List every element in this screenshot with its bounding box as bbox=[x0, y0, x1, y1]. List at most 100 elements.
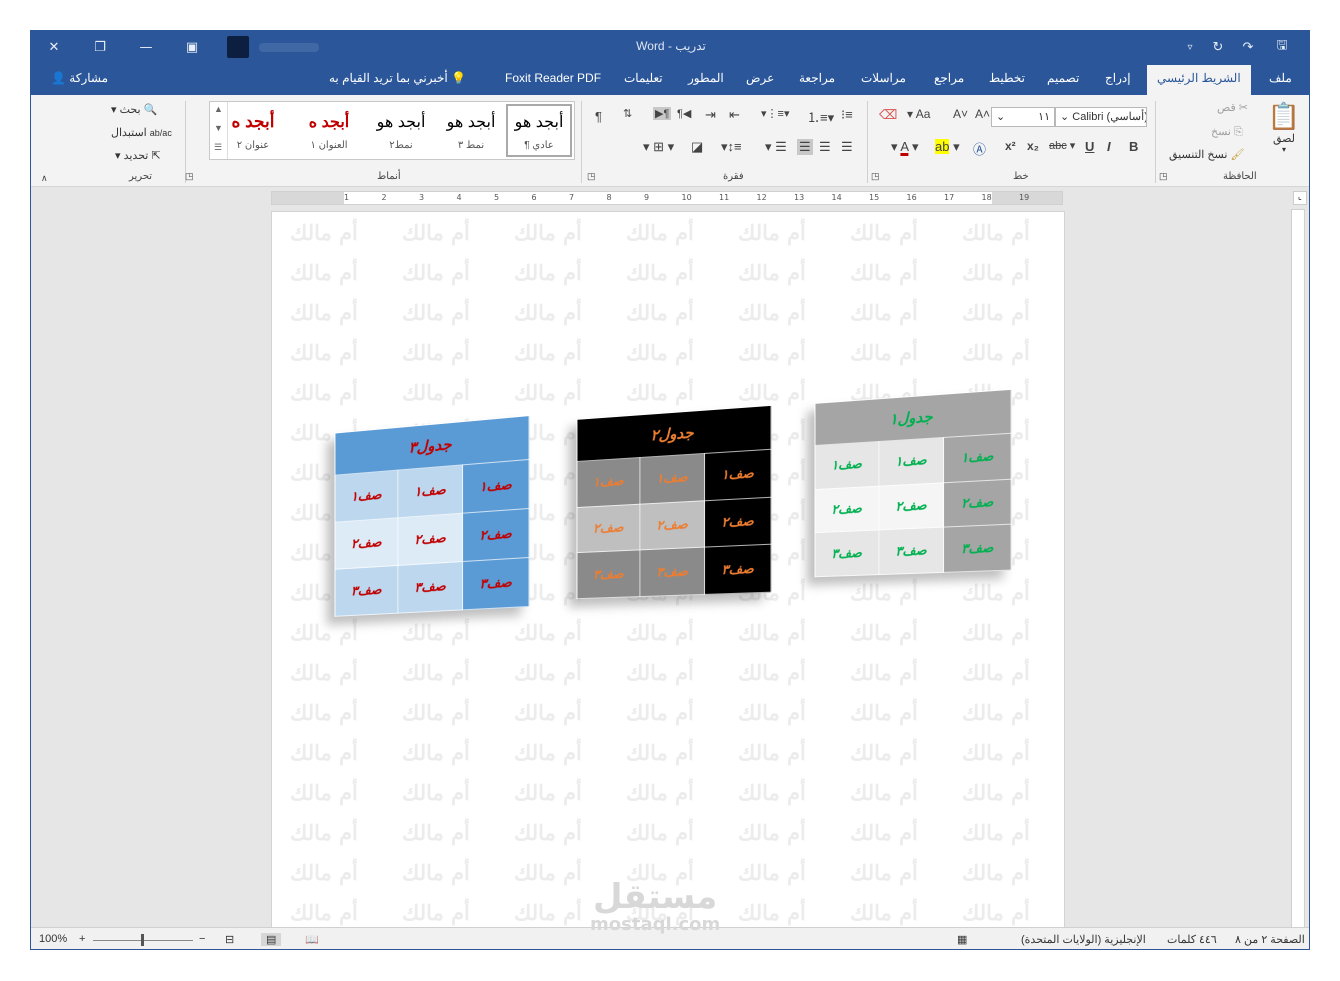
language-status[interactable]: الإنجليزية (الولايات المتحدة) bbox=[1021, 933, 1146, 946]
bold-icon[interactable]: B bbox=[1129, 139, 1138, 154]
scroll-down-icon[interactable]: ▼ bbox=[214, 123, 223, 133]
tab-view[interactable]: عرض bbox=[746, 71, 774, 85]
redo-icon[interactable]: ↻ bbox=[1203, 31, 1233, 63]
horizontal-ruler[interactable]: 1 2 3 4 5 6 7 8 9 10 11 12 13 14 15 16 17 18 19 bbox=[271, 191, 1063, 205]
collapse-ribbon-icon[interactable]: ∧ bbox=[41, 173, 48, 184]
tab-developer[interactable]: المطور bbox=[688, 71, 724, 85]
clipboard-dialog-launcher-icon[interactable]: ◳ bbox=[1159, 171, 1168, 182]
shading-icon[interactable]: ◪ bbox=[691, 139, 703, 155]
ruler-tick: 4 bbox=[456, 193, 462, 202]
underline-icon[interactable]: U bbox=[1085, 139, 1094, 154]
zoom-level[interactable]: 100% bbox=[39, 933, 67, 945]
font-size-combo[interactable]: ⌄ ١١ bbox=[991, 107, 1055, 127]
grow-font-icon[interactable]: A˄ bbox=[975, 107, 990, 121]
tab-selector-icon[interactable]: ⌞ bbox=[1293, 191, 1307, 205]
styles-scroll[interactable]: ▲ ▼ ☰ bbox=[210, 102, 228, 159]
paste-button[interactable]: 📋 لصق ▾ bbox=[1267, 101, 1301, 154]
numbering-icon[interactable]: ⒈≡▾ bbox=[807, 107, 834, 126]
ruler-tick: 15 bbox=[869, 193, 880, 202]
replace-button[interactable]: استبدال ab/ac bbox=[111, 126, 172, 139]
select-button[interactable]: ▾ تحديد ⇱ bbox=[115, 149, 161, 162]
tab-file[interactable]: ملف bbox=[1269, 71, 1292, 85]
highlight-icon[interactable]: ab ▾ bbox=[935, 139, 960, 155]
print-layout-icon[interactable]: ▤ bbox=[261, 933, 282, 946]
watermark-text: أم مالك bbox=[738, 620, 806, 645]
style-preview: أبجد هو bbox=[376, 114, 426, 131]
font-color-icon[interactable]: ▾ A ▾ bbox=[891, 139, 919, 155]
zoom-slider-thumb[interactable] bbox=[141, 934, 144, 946]
table-cell: صف٣ bbox=[334, 565, 398, 617]
zoom-out-icon[interactable]: − bbox=[199, 933, 205, 945]
align-center-icon[interactable]: ☰ bbox=[819, 139, 831, 155]
document-page[interactable]: أم مالك أم مالك أم مالك أم مالك أم مالك أم ما… bbox=[271, 211, 1065, 929]
font-name-combo[interactable]: ⌄ Calibri (أساسي) bbox=[1055, 107, 1147, 127]
font-dialog-launcher-icon[interactable]: ◳ bbox=[871, 171, 880, 182]
read-mode-icon[interactable]: 📖 bbox=[305, 933, 319, 946]
watermark-text: أم مالك bbox=[402, 700, 470, 725]
window-title: Word - تدريب bbox=[636, 39, 706, 53]
copy-button[interactable]: نسخ ⎘ bbox=[1211, 125, 1243, 139]
cut-button[interactable]: قص ✂ bbox=[1217, 101, 1248, 114]
decrease-indent-icon[interactable]: ⇤ bbox=[729, 107, 740, 123]
ruler-tick: 5 bbox=[494, 193, 500, 202]
macro-record-icon[interactable]: ▦ bbox=[957, 933, 967, 946]
ruler-tick: 19 bbox=[1019, 193, 1030, 202]
styles-dialog-launcher-icon[interactable]: ◳ bbox=[185, 171, 194, 182]
tab-mailings[interactable]: مراسلات bbox=[861, 71, 906, 85]
web-layout-icon[interactable]: ⊟ bbox=[225, 933, 234, 946]
table-3[interactable]: جدول٣ صف١ صف١ صف١ صف٢ صف٢ صف٢ صف٣ صف٣ صف… bbox=[334, 415, 529, 617]
more-styles-icon[interactable]: ☰ bbox=[214, 142, 222, 153]
save-icon[interactable]: 🖫 bbox=[1267, 31, 1297, 63]
increase-indent-icon[interactable]: ⇥ bbox=[705, 107, 716, 123]
page-number[interactable]: الصفحة ٢ من ٨ bbox=[1235, 933, 1305, 946]
tab-references[interactable]: مراجع bbox=[934, 71, 964, 85]
italic-icon[interactable]: I bbox=[1107, 139, 1111, 154]
watermark-text: أم مالك bbox=[290, 380, 358, 405]
table-2[interactable]: جدول٢ صف١ صف١ صف١ صف٢ صف٢ صف٢ صف٣ صف٣ صف… bbox=[576, 405, 771, 599]
style-heading-1[interactable]: أبجد ه العنوان ١ bbox=[294, 102, 364, 159]
align-left-icon[interactable]: ☰ bbox=[841, 139, 853, 155]
format-painter-button[interactable]: نسخ التنسيق 🖌 bbox=[1169, 148, 1244, 161]
styles-group-label: أنماط bbox=[377, 171, 401, 182]
style-2[interactable]: أبجد هو نمط٢ bbox=[366, 102, 436, 159]
bullets-icon[interactable]: ⁝≡ bbox=[841, 107, 853, 123]
tab-help[interactable]: تعليمات bbox=[624, 71, 663, 85]
table-cell: صف٢ bbox=[334, 517, 398, 570]
tab-layout[interactable]: تخطيط bbox=[989, 71, 1025, 85]
zoom-in-icon[interactable]: + bbox=[79, 933, 85, 945]
tab-design[interactable]: تصميم bbox=[1047, 71, 1079, 85]
style-3[interactable]: أبجد هو نمط ٣ bbox=[436, 102, 506, 159]
change-case-icon[interactable]: ▾ Aa bbox=[907, 107, 930, 121]
sort-icon[interactable]: ⇅ bbox=[623, 107, 632, 120]
ltr-direction-icon[interactable]: ▶¶ bbox=[653, 107, 672, 120]
subscript-icon[interactable]: x₂ bbox=[1027, 139, 1039, 153]
shrink-font-icon[interactable]: A˅ bbox=[953, 107, 968, 121]
tell-me-box[interactable]: أخبرني بما تريد القيام به 💡 bbox=[329, 71, 466, 85]
style-heading-2[interactable]: أبجد ه عنوان ٢ bbox=[228, 102, 278, 159]
customize-toolbar-icon[interactable]: ▿ bbox=[1175, 31, 1205, 63]
superscript-icon[interactable]: x² bbox=[1005, 139, 1016, 153]
undo-icon[interactable]: ↷ bbox=[1233, 31, 1263, 63]
strikethrough-icon[interactable]: abc ▾ bbox=[1049, 139, 1075, 152]
tab-foxit[interactable]: Foxit Reader PDF bbox=[505, 71, 601, 85]
clear-formatting-icon[interactable]: ⌫ bbox=[879, 107, 897, 123]
tab-review[interactable]: مراجعة bbox=[799, 71, 835, 85]
tab-insert[interactable]: إدراج bbox=[1105, 71, 1131, 85]
borders-icon[interactable]: ▾ ⊞ ▾ bbox=[643, 139, 674, 155]
word-count[interactable]: ٤٤٦ كلمات bbox=[1167, 933, 1217, 946]
tab-home[interactable]: الشريط الرئيسي bbox=[1147, 65, 1251, 95]
find-button[interactable]: ▾ بحث 🔍 bbox=[111, 103, 157, 116]
paragraph-dialog-launcher-icon[interactable]: ◳ bbox=[587, 171, 596, 182]
scroll-up-icon[interactable]: ▲ bbox=[214, 104, 223, 114]
share-button[interactable]: 👤 مشاركة bbox=[51, 71, 108, 85]
show-marks-icon[interactable]: ¶ bbox=[595, 109, 602, 124]
multilevel-list-icon[interactable]: ▾⋮≡▾ bbox=[761, 107, 789, 120]
line-spacing-icon[interactable]: ▾↕≡ bbox=[721, 139, 742, 155]
align-right-icon[interactable]: ☰ bbox=[797, 139, 813, 155]
text-effects-icon[interactable]: Ⓐ bbox=[973, 139, 986, 158]
rtl-direction-icon[interactable]: ¶◀ bbox=[677, 107, 691, 120]
style-normal[interactable]: أبجد هو ¶ عادي bbox=[504, 102, 574, 159]
table-1[interactable]: جدول١ صف١ صف١ صف١ صف٢ صف٢ صف٢ صف٣ صف٣ صف… bbox=[815, 389, 1012, 577]
justify-icon[interactable]: ▾ ☰ bbox=[765, 139, 787, 155]
vertical-ruler[interactable] bbox=[1291, 209, 1305, 929]
